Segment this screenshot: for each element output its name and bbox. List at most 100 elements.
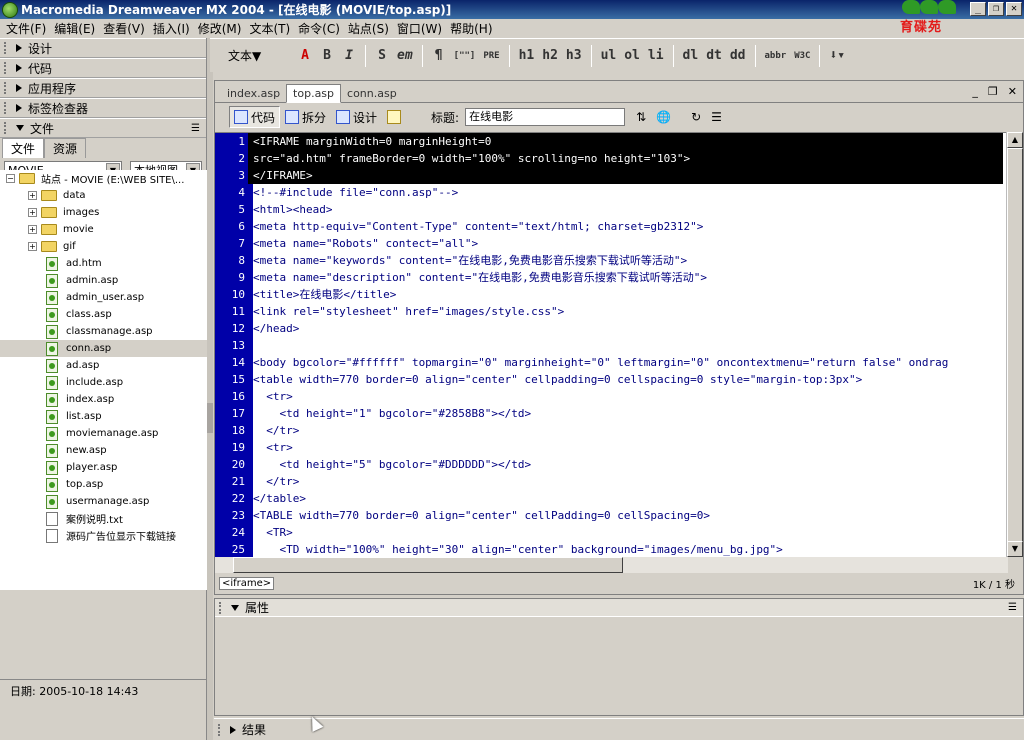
panel-application[interactable]: 应用程序 xyxy=(0,78,206,98)
tree-item-file[interactable]: player.asp xyxy=(0,459,207,476)
italic-button[interactable]: I xyxy=(338,44,360,68)
dt-button[interactable]: dt xyxy=(702,44,726,68)
tree-item-file[interactable]: moviemanage.asp xyxy=(0,425,207,442)
menu-insert[interactable]: 插入(I) xyxy=(149,20,194,37)
tree-item-file[interactable]: top.asp xyxy=(0,476,207,493)
dl-button[interactable]: dl xyxy=(679,44,703,68)
tree-root[interactable]: − 站点 - MOVIE (E:\WEB SITE\... xyxy=(0,170,207,187)
code-view-button[interactable]: 代码 xyxy=(229,106,281,128)
em-button[interactable]: em xyxy=(393,44,417,68)
tab-top-asp[interactable]: top.asp xyxy=(286,84,342,103)
tree-item-folder[interactable]: + images xyxy=(0,204,207,221)
ol-button[interactable]: ol xyxy=(620,44,644,68)
h1-button[interactable]: h1 xyxy=(515,44,539,68)
refresh-design-icon[interactable]: ↻ xyxy=(686,106,706,128)
split-view-button[interactable]: 拆分 xyxy=(280,106,331,128)
tree-item-file[interactable]: admin_user.asp xyxy=(0,289,207,306)
scroll-up-icon[interactable]: ▲ xyxy=(1007,132,1023,148)
tree-item-file[interactable]: usermanage.asp xyxy=(0,493,207,510)
abbr-button[interactable]: abbr xyxy=(761,44,791,68)
doc-restore-icon[interactable]: ❐ xyxy=(988,85,998,98)
tree-item-folder[interactable]: + gif xyxy=(0,238,207,255)
tab-index-asp[interactable]: index.asp xyxy=(221,85,286,102)
menu-window[interactable]: 窗口(W) xyxy=(393,20,446,37)
menu-view[interactable]: 查看(V) xyxy=(99,20,149,37)
preview-browser-icon[interactable]: 🌐 xyxy=(651,106,676,128)
menu-modify[interactable]: 修改(M) xyxy=(194,20,246,37)
splitter-handle[interactable] xyxy=(207,403,213,433)
tree-item-file[interactable]: 案例说明.txt xyxy=(0,510,207,527)
tab-assets[interactable]: 资源 xyxy=(44,138,87,158)
tree-item-file[interactable]: index.asp xyxy=(0,391,207,408)
live-data-button[interactable] xyxy=(382,106,409,128)
h2-button[interactable]: h2 xyxy=(538,44,562,68)
tree-item-file[interactable]: ad.asp xyxy=(0,357,207,374)
code-editor[interactable]: 1 <IFRAME marginWidth=0 marginHeight=0 2s… xyxy=(215,132,1008,557)
tab-conn-asp[interactable]: conn.asp xyxy=(341,85,403,102)
scroll-thumb[interactable] xyxy=(1007,148,1023,543)
tree-item-folder[interactable]: + movie xyxy=(0,221,207,238)
panel-options-icon[interactable]: ☰ xyxy=(1008,602,1017,613)
collapse-toggle-icon[interactable]: − xyxy=(6,174,15,183)
tree-item-file[interactable]: 源码广告位显示下载链接 xyxy=(0,527,207,544)
results-panel[interactable]: 结果 xyxy=(214,718,1024,740)
panel-design[interactable]: 设计 xyxy=(0,38,206,58)
menu-site[interactable]: 站点(S) xyxy=(344,20,393,37)
blockquote-button[interactable]: [""] xyxy=(450,44,480,68)
view-options-icon[interactable]: ☰ xyxy=(706,106,727,128)
menu-help[interactable]: 帮助(H) xyxy=(446,20,496,37)
doc-close-icon[interactable]: ✕ xyxy=(1008,85,1017,98)
tree-item-folder[interactable]: + data xyxy=(0,187,207,204)
tree-item-file[interactable]: new.asp xyxy=(0,442,207,459)
tree-item-file[interactable]: ad.htm xyxy=(0,255,207,272)
code-line: 21 </tr> xyxy=(231,475,300,488)
panel-splitter[interactable] xyxy=(207,38,213,740)
horizontal-scrollbar[interactable] xyxy=(215,557,1008,573)
menu-text[interactable]: 文本(T) xyxy=(245,20,294,37)
li-button[interactable]: li xyxy=(644,44,668,68)
expand-toggle-icon[interactable]: + xyxy=(28,191,37,200)
menu-file[interactable]: 文件(F) xyxy=(2,20,50,37)
strong-button[interactable]: S xyxy=(371,44,393,68)
pre-button[interactable]: PRE xyxy=(479,44,503,68)
panel-files[interactable]: 文件 ☰ xyxy=(0,118,206,138)
minimize-button[interactable]: _ xyxy=(970,2,986,16)
acronym-button[interactable]: W3C xyxy=(790,44,814,68)
tree-item-file[interactable]: class.asp xyxy=(0,306,207,323)
file-management-icon[interactable]: ⇅ xyxy=(631,106,651,128)
vertical-scrollbar[interactable]: ▲ ▼ xyxy=(1006,132,1023,557)
h3-button[interactable]: h3 xyxy=(562,44,586,68)
menu-commands[interactable]: 命令(C) xyxy=(294,20,344,37)
document-title-input[interactable]: 在线电影 xyxy=(465,108,626,126)
font-tag-button[interactable]: A xyxy=(294,44,316,68)
asp-file-icon xyxy=(46,460,58,475)
dreamweaver-app-icon[interactable] xyxy=(2,1,18,18)
scroll-thumb[interactable] xyxy=(233,557,623,573)
doc-minimize-icon[interactable]: _ xyxy=(972,85,978,98)
insert-category-select[interactable]: 文本▼ xyxy=(210,47,294,64)
expand-toggle-icon[interactable]: + xyxy=(28,242,37,251)
properties-header[interactable]: 属性 ☰ xyxy=(215,599,1023,617)
tree-item-file[interactable]: admin.asp xyxy=(0,272,207,289)
panel-options-icon[interactable]: ☰ xyxy=(191,123,200,134)
tree-item-file[interactable]: list.asp xyxy=(0,408,207,425)
panel-code[interactable]: 代码 xyxy=(0,58,206,78)
menu-edit[interactable]: 编辑(E) xyxy=(50,20,99,37)
tree-item-file[interactable]: conn.asp xyxy=(0,340,207,357)
expand-toggle-icon[interactable]: + xyxy=(28,208,37,217)
panel-tag-inspector[interactable]: 标签检查器 xyxy=(0,98,206,118)
tab-files[interactable]: 文件 xyxy=(2,138,45,158)
tree-item-file[interactable]: classmanage.asp xyxy=(0,323,207,340)
tree-item-file[interactable]: include.asp xyxy=(0,374,207,391)
bold-button[interactable]: B xyxy=(316,44,338,68)
close-button[interactable]: ✕ xyxy=(1006,2,1022,16)
dd-button[interactable]: dd xyxy=(726,44,750,68)
paragraph-button[interactable]: ¶ xyxy=(428,44,450,68)
more-characters-button[interactable]: ⬇▾ xyxy=(825,44,849,68)
expand-toggle-icon[interactable]: + xyxy=(28,225,37,234)
tag-selector[interactable]: <iframe> xyxy=(219,577,275,590)
ul-button[interactable]: ul xyxy=(597,44,621,68)
restore-button[interactable]: ❐ xyxy=(988,2,1004,16)
scroll-down-icon[interactable]: ▼ xyxy=(1007,541,1023,557)
design-view-button[interactable]: 设计 xyxy=(331,106,382,128)
